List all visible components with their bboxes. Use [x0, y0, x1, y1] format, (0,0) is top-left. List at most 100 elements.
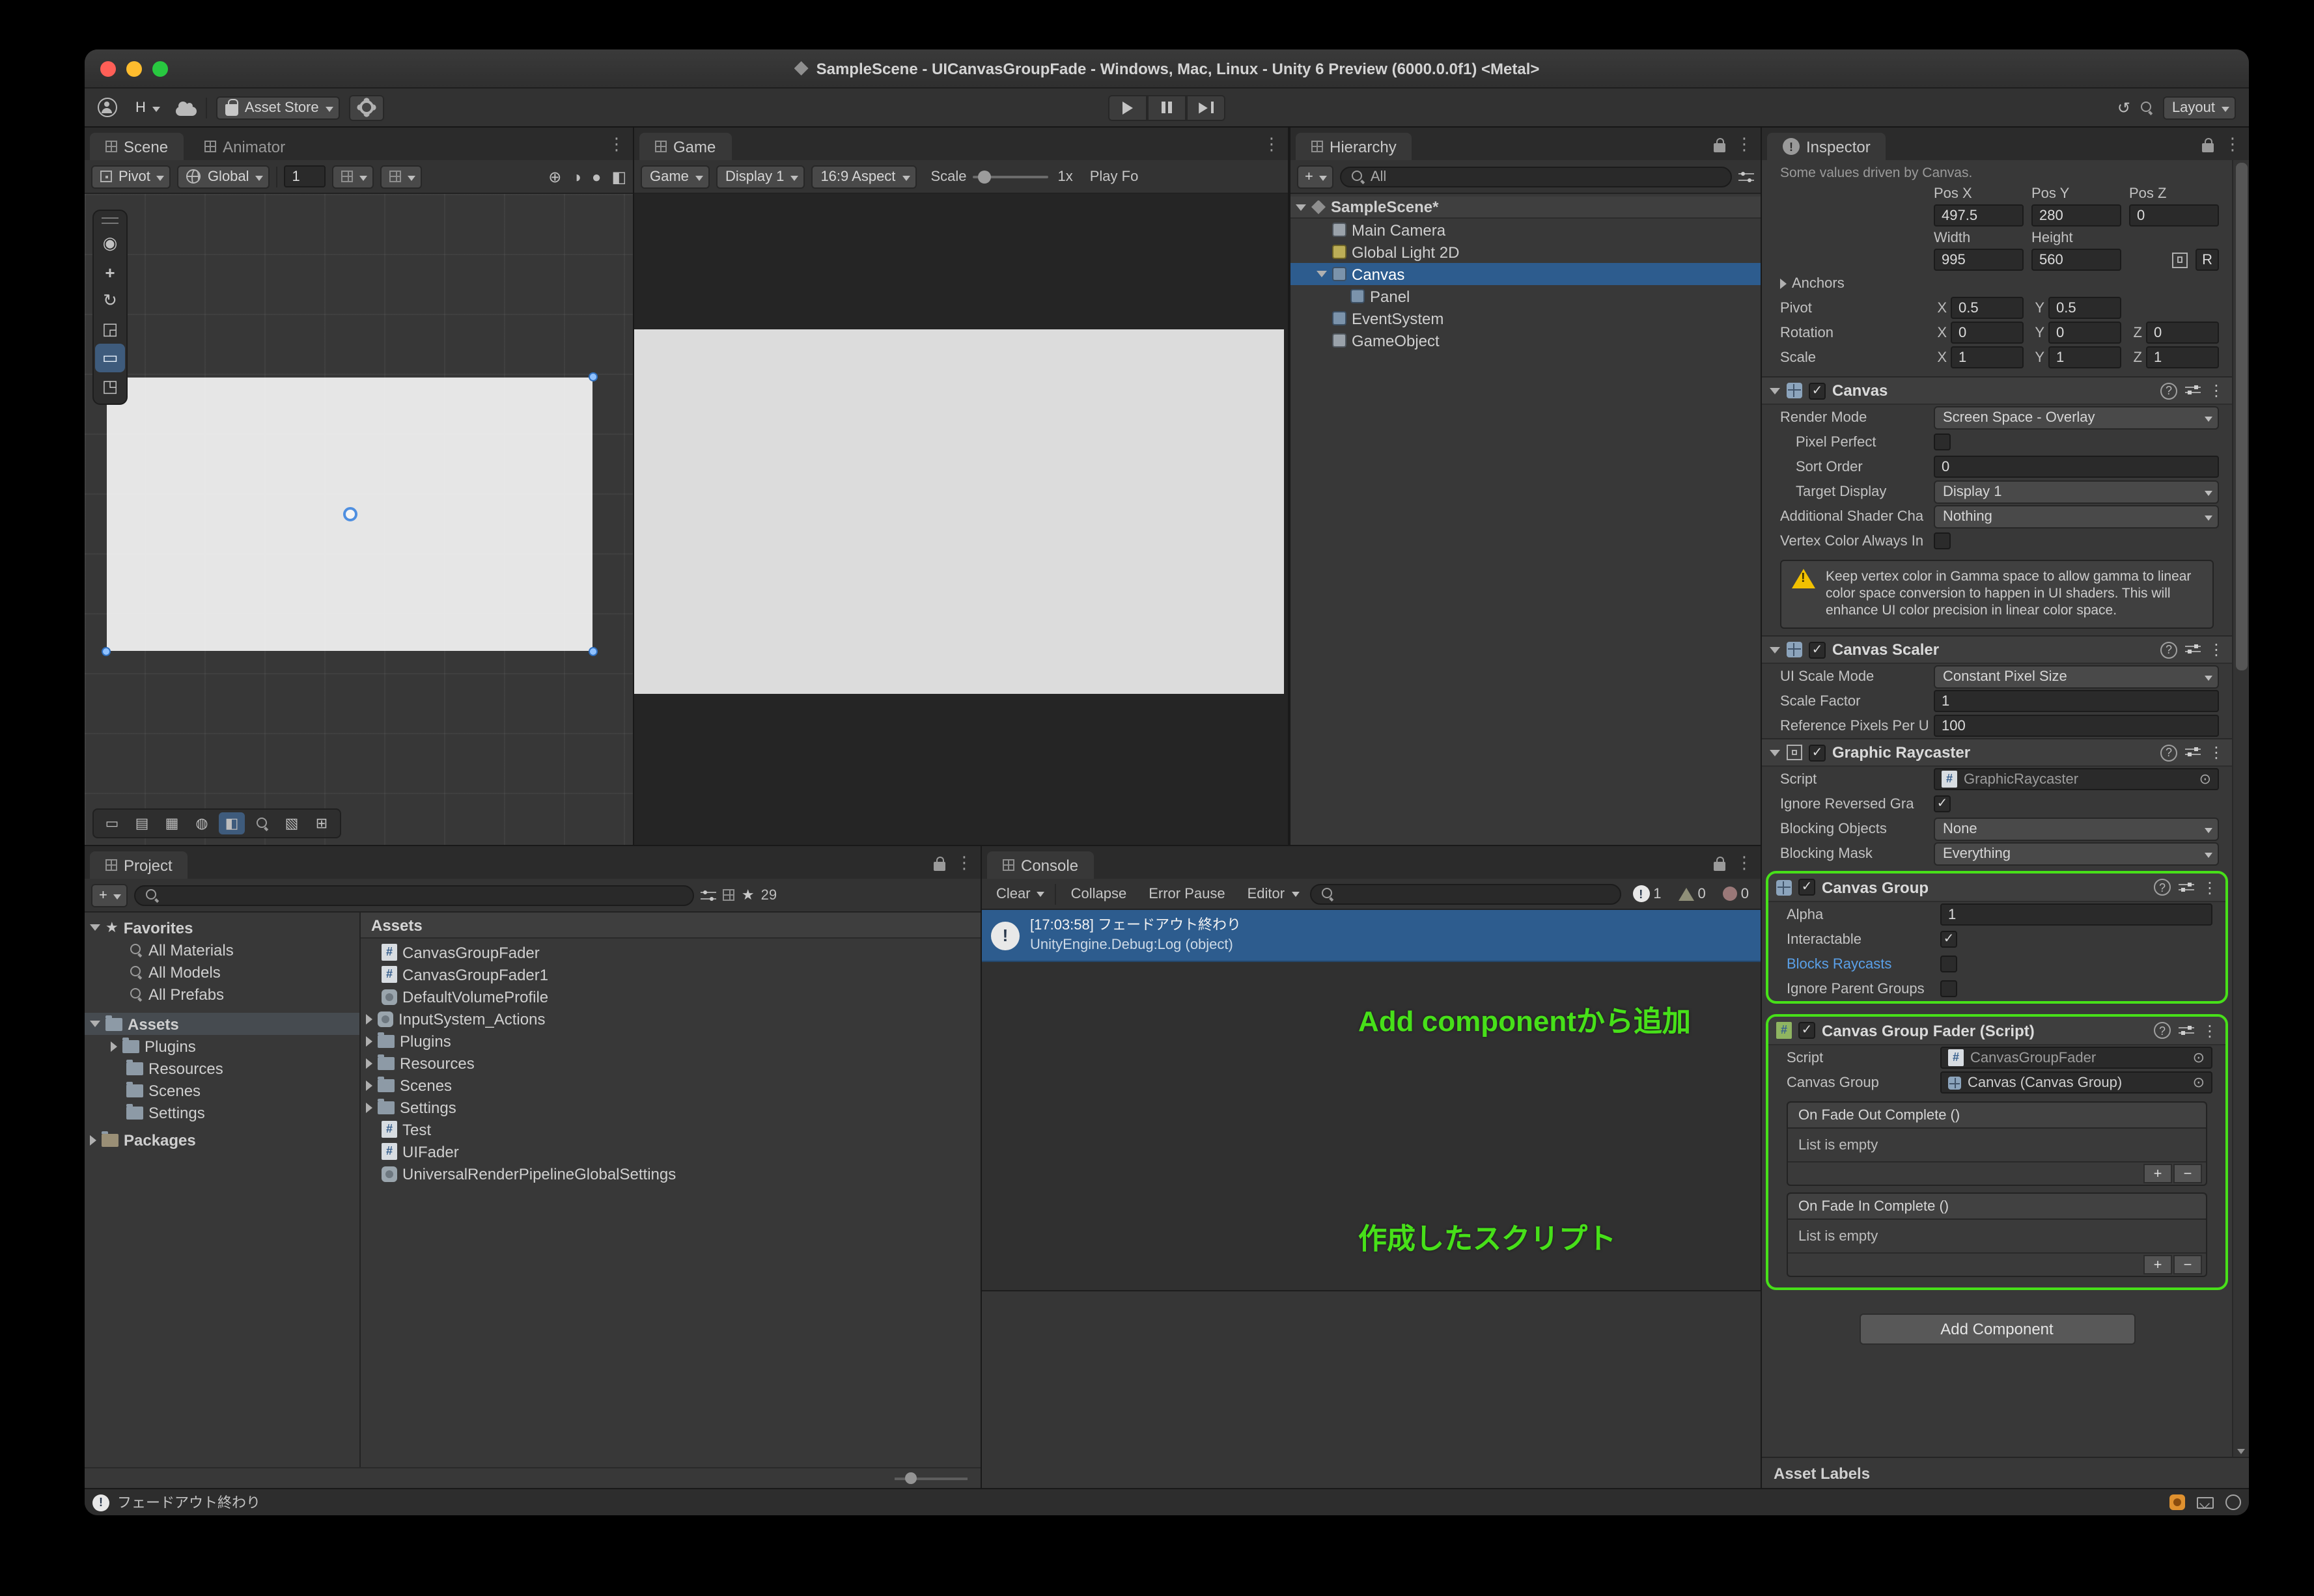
asset-uifader[interactable]: UIFader	[361, 1140, 981, 1163]
game-menu-icon[interactable]: ⋮	[1263, 134, 1280, 155]
error-filter-toggle[interactable]: 0	[1718, 886, 1754, 901]
rect-handle-top-right[interactable]	[589, 372, 598, 381]
toolstrip-handle[interactable]	[102, 217, 118, 224]
pos-z-field[interactable]: 0	[2129, 204, 2219, 227]
view-tool-button[interactable]: ◉	[95, 229, 125, 258]
icon-size-knob[interactable]	[905, 1472, 917, 1484]
game-viewport[interactable]	[634, 194, 1288, 845]
foldout-closed-icon[interactable]	[366, 1102, 372, 1112]
add-listener-button[interactable]: +	[2143, 1255, 2172, 1274]
undo-history-icon[interactable]: ↺	[2117, 98, 2130, 117]
foldout-open-icon[interactable]	[1296, 204, 1306, 210]
tab-console[interactable]: Console	[987, 851, 1094, 879]
foldout-open-icon[interactable]	[90, 924, 100, 931]
foldout-open-icon[interactable]	[1770, 646, 1780, 653]
hierarchy-menu-icon[interactable]: ⋮	[1736, 134, 1753, 155]
project-lock-icon[interactable]	[934, 856, 945, 870]
raycaster-script-field[interactable]: GraphicRaycaster ⊙	[1934, 768, 2219, 790]
width-field[interactable]: 995	[1934, 249, 2024, 271]
transform-tool-button[interactable]: ◳	[95, 372, 125, 401]
saved-search-star-icon[interactable]: ★	[742, 887, 755, 903]
asset-inputsystem-actions[interactable]: InputSystem_Actions	[361, 1008, 981, 1030]
canvas-group-header[interactable]: ✓ Canvas Group ? ⋮	[1768, 874, 2225, 902]
scale-x-field[interactable]: 1	[1951, 346, 2024, 368]
foldout-closed-icon[interactable]	[366, 1058, 372, 1068]
foldout-closed-icon[interactable]	[366, 1080, 372, 1090]
inspector-lock-icon[interactable]	[2202, 137, 2214, 152]
asset-defaultvolumeprofile[interactable]: DefaultVolumeProfile	[361, 985, 981, 1008]
pivot-x-field[interactable]: 0.5	[1951, 297, 2024, 319]
scale-z-field[interactable]: 1	[2146, 346, 2219, 368]
fader-canvas-group-field[interactable]: Canvas (Canvas Group) ⊙	[1940, 1071, 2212, 1094]
scene-overlay-icon[interactable]: ◧	[611, 167, 626, 186]
component-menu-icon[interactable]: ⋮	[2209, 640, 2224, 659]
step-button[interactable]	[1186, 94, 1225, 120]
presets-icon[interactable]	[2185, 384, 2201, 397]
canvas-group-fader-header[interactable]: ✓ Canvas Group Fader (Script) ? ⋮	[1768, 1017, 2225, 1045]
aspect-dropdown[interactable]: 16:9 Aspect	[811, 165, 917, 188]
interactable-checkbox[interactable]: ✓	[1940, 931, 1957, 948]
blocking-objects-dropdown[interactable]: None	[1934, 817, 2219, 840]
favorite-all-materials[interactable]: All Materials	[85, 939, 359, 961]
error-pause-toggle[interactable]: Error Pause	[1141, 882, 1233, 905]
ignore-reversed-checkbox[interactable]: ✓	[1934, 795, 1951, 812]
favorite-all-prefabs[interactable]: All Prefabs	[85, 983, 359, 1005]
tree-folder-scenes[interactable]: Scenes	[85, 1079, 359, 1101]
foldout-open-icon[interactable]	[1770, 387, 1780, 394]
presets-icon[interactable]	[2185, 643, 2201, 656]
hierarchy-item-gameobject[interactable]: GameObject	[1290, 329, 1761, 351]
help-icon[interactable]: ?	[2154, 879, 2171, 896]
play-button[interactable]	[1108, 94, 1147, 120]
log-entry[interactable]: [17:03:58] フェードアウト終わり UnityEngine.Debug:…	[982, 910, 1761, 962]
asset-labels-section[interactable]: Asset Labels	[1762, 1457, 2249, 1488]
scene-menu-icon[interactable]: ⋮	[608, 134, 625, 155]
rect-handle-bottom-left[interactable]	[102, 647, 111, 656]
add-listener-button[interactable]: +	[2143, 1164, 2172, 1183]
asset-folder-scenes[interactable]: Scenes	[361, 1074, 981, 1096]
rect-tool-button[interactable]: ▭	[95, 344, 125, 372]
foldout-open-icon[interactable]	[90, 1021, 100, 1027]
tab-game[interactable]: Game	[639, 133, 732, 160]
object-picker-icon[interactable]: ⊙	[2193, 1074, 2205, 1091]
minimize-window-button[interactable]	[126, 61, 142, 76]
game-mode-dropdown[interactable]: Game	[641, 165, 710, 188]
anchors-foldout[interactable]: Anchors	[1762, 272, 2232, 296]
pixel-perfect-checkbox[interactable]	[1934, 433, 1951, 450]
presets-icon[interactable]	[2185, 746, 2201, 759]
pivot-dropdown[interactable]: Pivot	[91, 165, 171, 188]
scrollbar-thumb[interactable]	[2236, 163, 2248, 670]
scene-tool-icon-4[interactable]: ◍	[189, 812, 215, 834]
scale-tool-button[interactable]: ◲	[95, 315, 125, 344]
blocking-mask-dropdown[interactable]: Everything	[1934, 842, 2219, 865]
scene-tool-icon-5[interactable]: ◧	[219, 812, 245, 834]
hierarchy-scene-row[interactable]: SampleScene*	[1290, 197, 1761, 219]
hierarchy-item-global-light[interactable]: Global Light 2D	[1290, 241, 1761, 263]
canvas-scaler-enabled-checkbox[interactable]: ✓	[1809, 641, 1826, 658]
rotation-z-field[interactable]: 0	[2146, 322, 2219, 344]
component-menu-icon[interactable]: ⋮	[2202, 1021, 2218, 1039]
background-tasks-icon[interactable]	[2225, 1494, 2241, 1510]
presets-icon[interactable]	[2179, 881, 2194, 894]
asset-test[interactable]: Test	[361, 1118, 981, 1140]
global-dropdown[interactable]: Global	[177, 165, 270, 188]
presets-icon[interactable]	[2179, 1024, 2194, 1037]
info-filter-toggle[interactable]: 1	[1627, 885, 1666, 902]
icon-size-slider[interactable]	[895, 1472, 968, 1484]
tab-inspector[interactable]: Inspector	[1767, 133, 1886, 160]
scene-canvas-rect[interactable]	[102, 372, 598, 656]
canvas-enabled-checkbox[interactable]: ✓	[1809, 382, 1826, 399]
help-icon[interactable]: ?	[2160, 641, 2177, 658]
tab-animator[interactable]: Animator	[189, 133, 301, 160]
sort-order-field[interactable]: 0	[1934, 456, 2219, 478]
search-by-label-icon[interactable]	[723, 889, 735, 901]
canvas-group-enabled-checkbox[interactable]: ✓	[1798, 879, 1815, 896]
tree-folder-settings[interactable]: Settings	[85, 1101, 359, 1123]
help-icon[interactable]: ?	[2154, 1022, 2171, 1039]
grid-size-field[interactable]: 1	[284, 165, 326, 187]
project-search-field[interactable]	[134, 885, 695, 905]
object-picker-icon[interactable]: ⊙	[2199, 771, 2211, 788]
search-by-type-icon[interactable]	[701, 888, 717, 901]
height-field[interactable]: 560	[2031, 249, 2121, 271]
hierarchy-search-field[interactable]: All	[1340, 166, 1732, 187]
rotation-y-field[interactable]: 0	[2048, 322, 2121, 344]
